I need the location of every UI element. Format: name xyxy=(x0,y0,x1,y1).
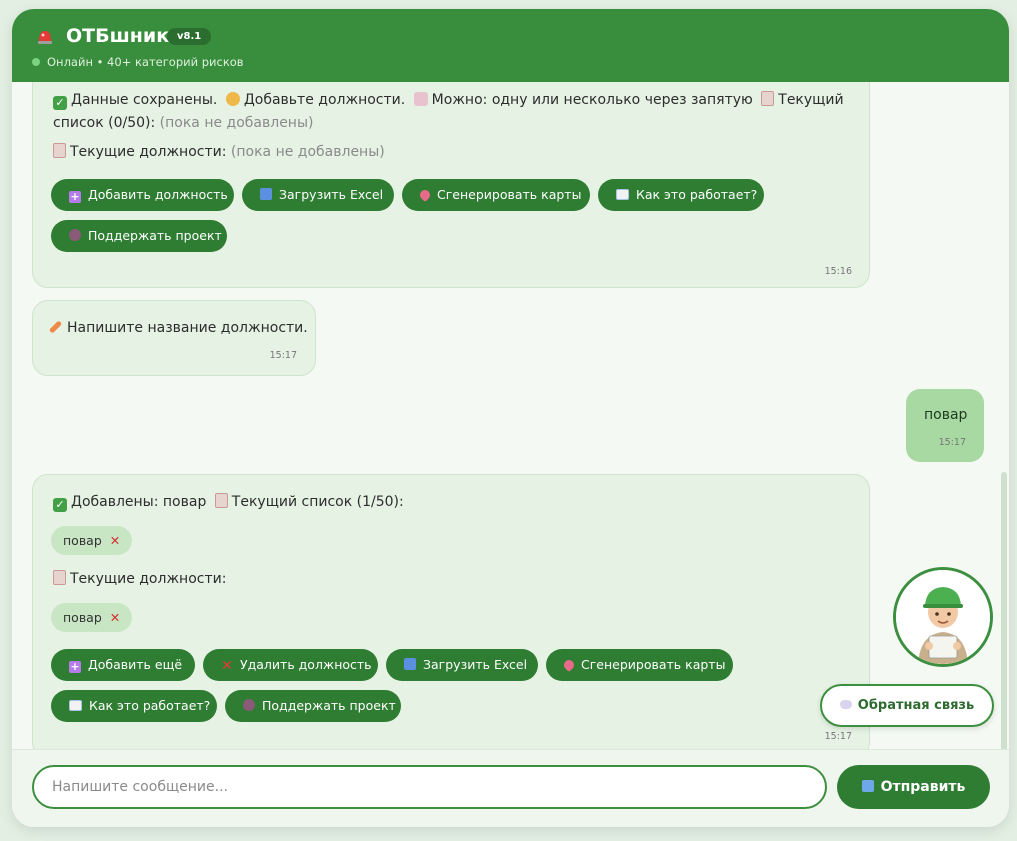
generate-cards-button[interactable]: Сгенерировать карты xyxy=(546,649,733,681)
message-time: 15:17 xyxy=(938,437,966,448)
user-message-text: повар xyxy=(924,407,968,423)
add-position-button[interactable]: + Добавить должность xyxy=(51,179,234,211)
version-badge: v8.1 xyxy=(167,28,212,45)
assistant-avatar[interactable] xyxy=(893,567,993,667)
coffee-icon xyxy=(69,229,81,241)
how-it-works-button[interactable]: Как это работает? xyxy=(598,179,764,211)
worker-icon xyxy=(225,92,240,106)
plus-icon: + xyxy=(69,190,81,203)
clipboard-icon xyxy=(53,143,66,158)
rocket-icon xyxy=(561,657,577,673)
position-chip[interactable]: повар ✕ xyxy=(51,526,133,555)
cross-icon: ✕ xyxy=(221,658,233,674)
plus-icon: + xyxy=(69,660,81,673)
upload-excel-button[interactable]: Загрузить Excel xyxy=(242,179,394,211)
bot-message: ✓ Данные сохранены. Добавьте должности. М… xyxy=(32,82,870,288)
message-line: Текущие должности: (пока не добавлены) xyxy=(53,141,385,164)
header: ОТБшник v8.1 Онлайн • 40+ категорий риск… xyxy=(12,9,1009,82)
input-bar: Отправить xyxy=(12,749,1009,827)
chat-area[interactable]: ✓ Данные сохранены. Добавьте должности. М… xyxy=(12,82,1009,749)
support-project-button[interactable]: Поддержать проект xyxy=(225,690,401,722)
message-time: 15:17 xyxy=(824,731,852,742)
speech-bubble-icon xyxy=(839,700,852,709)
message-line: список (0/50): (пока не добавлены) xyxy=(53,115,314,131)
add-more-button[interactable]: + Добавить ещё xyxy=(51,649,195,681)
coffee-icon xyxy=(243,699,255,711)
user-message: повар 15:17 xyxy=(906,389,984,462)
clipboard-icon xyxy=(214,493,228,508)
position-chip[interactable]: повар ✕ xyxy=(51,603,133,632)
online-dot-icon xyxy=(32,58,40,66)
status-text: Онлайн • 40+ категорий рисков xyxy=(47,55,244,69)
rocket-icon xyxy=(417,187,433,203)
remove-icon[interactable]: ✕ xyxy=(110,610,120,625)
chart-icon xyxy=(260,188,272,200)
bot-message: Напишите название должности. 15:17 xyxy=(32,300,316,376)
pencil-icon xyxy=(48,320,63,334)
check-icon: ✓ xyxy=(53,96,67,110)
message-line: ✓ Добавлены: повар Текущий список (1/50): xyxy=(53,491,404,514)
upload-excel-button[interactable]: Загрузить Excel xyxy=(386,649,538,681)
message-line: Текущие должности: xyxy=(53,568,226,591)
how-it-works-button[interactable]: Как это работает? xyxy=(51,690,217,722)
book-icon xyxy=(69,700,82,711)
message-time: 15:16 xyxy=(824,266,852,277)
status-line: Онлайн • 40+ категорий рисков xyxy=(32,55,244,69)
message-line: Напишите название должности. xyxy=(48,317,308,340)
bot-message: ✓ Добавлены: повар Текущий список (1/50):… xyxy=(32,474,870,749)
memo-icon xyxy=(413,92,428,106)
feedback-button[interactable]: Обратная связь xyxy=(820,684,994,727)
clipboard-icon xyxy=(761,91,775,106)
worker-avatar-icon xyxy=(896,570,990,664)
clipboard-icon xyxy=(53,570,66,585)
generate-cards-button[interactable]: Сгенерировать карты xyxy=(402,179,590,211)
mailbox-icon xyxy=(861,780,874,792)
app-title: ОТБшник xyxy=(66,25,170,47)
message-time: 15:17 xyxy=(269,350,297,361)
check-icon: ✓ xyxy=(53,498,67,512)
message-input[interactable] xyxy=(32,765,827,809)
support-project-button[interactable]: Поддержать проект xyxy=(51,220,227,252)
book-icon xyxy=(616,189,629,200)
send-button[interactable]: Отправить xyxy=(837,765,990,809)
siren-icon xyxy=(38,31,52,44)
message-line: ✓ Данные сохранены. Добавьте должности. М… xyxy=(53,89,844,112)
chart-icon xyxy=(404,658,416,670)
chat-scrollbar[interactable] xyxy=(1001,472,1007,749)
delete-position-button[interactable]: ✕ Удалить должность xyxy=(203,649,378,681)
remove-icon[interactable]: ✕ xyxy=(110,533,120,548)
